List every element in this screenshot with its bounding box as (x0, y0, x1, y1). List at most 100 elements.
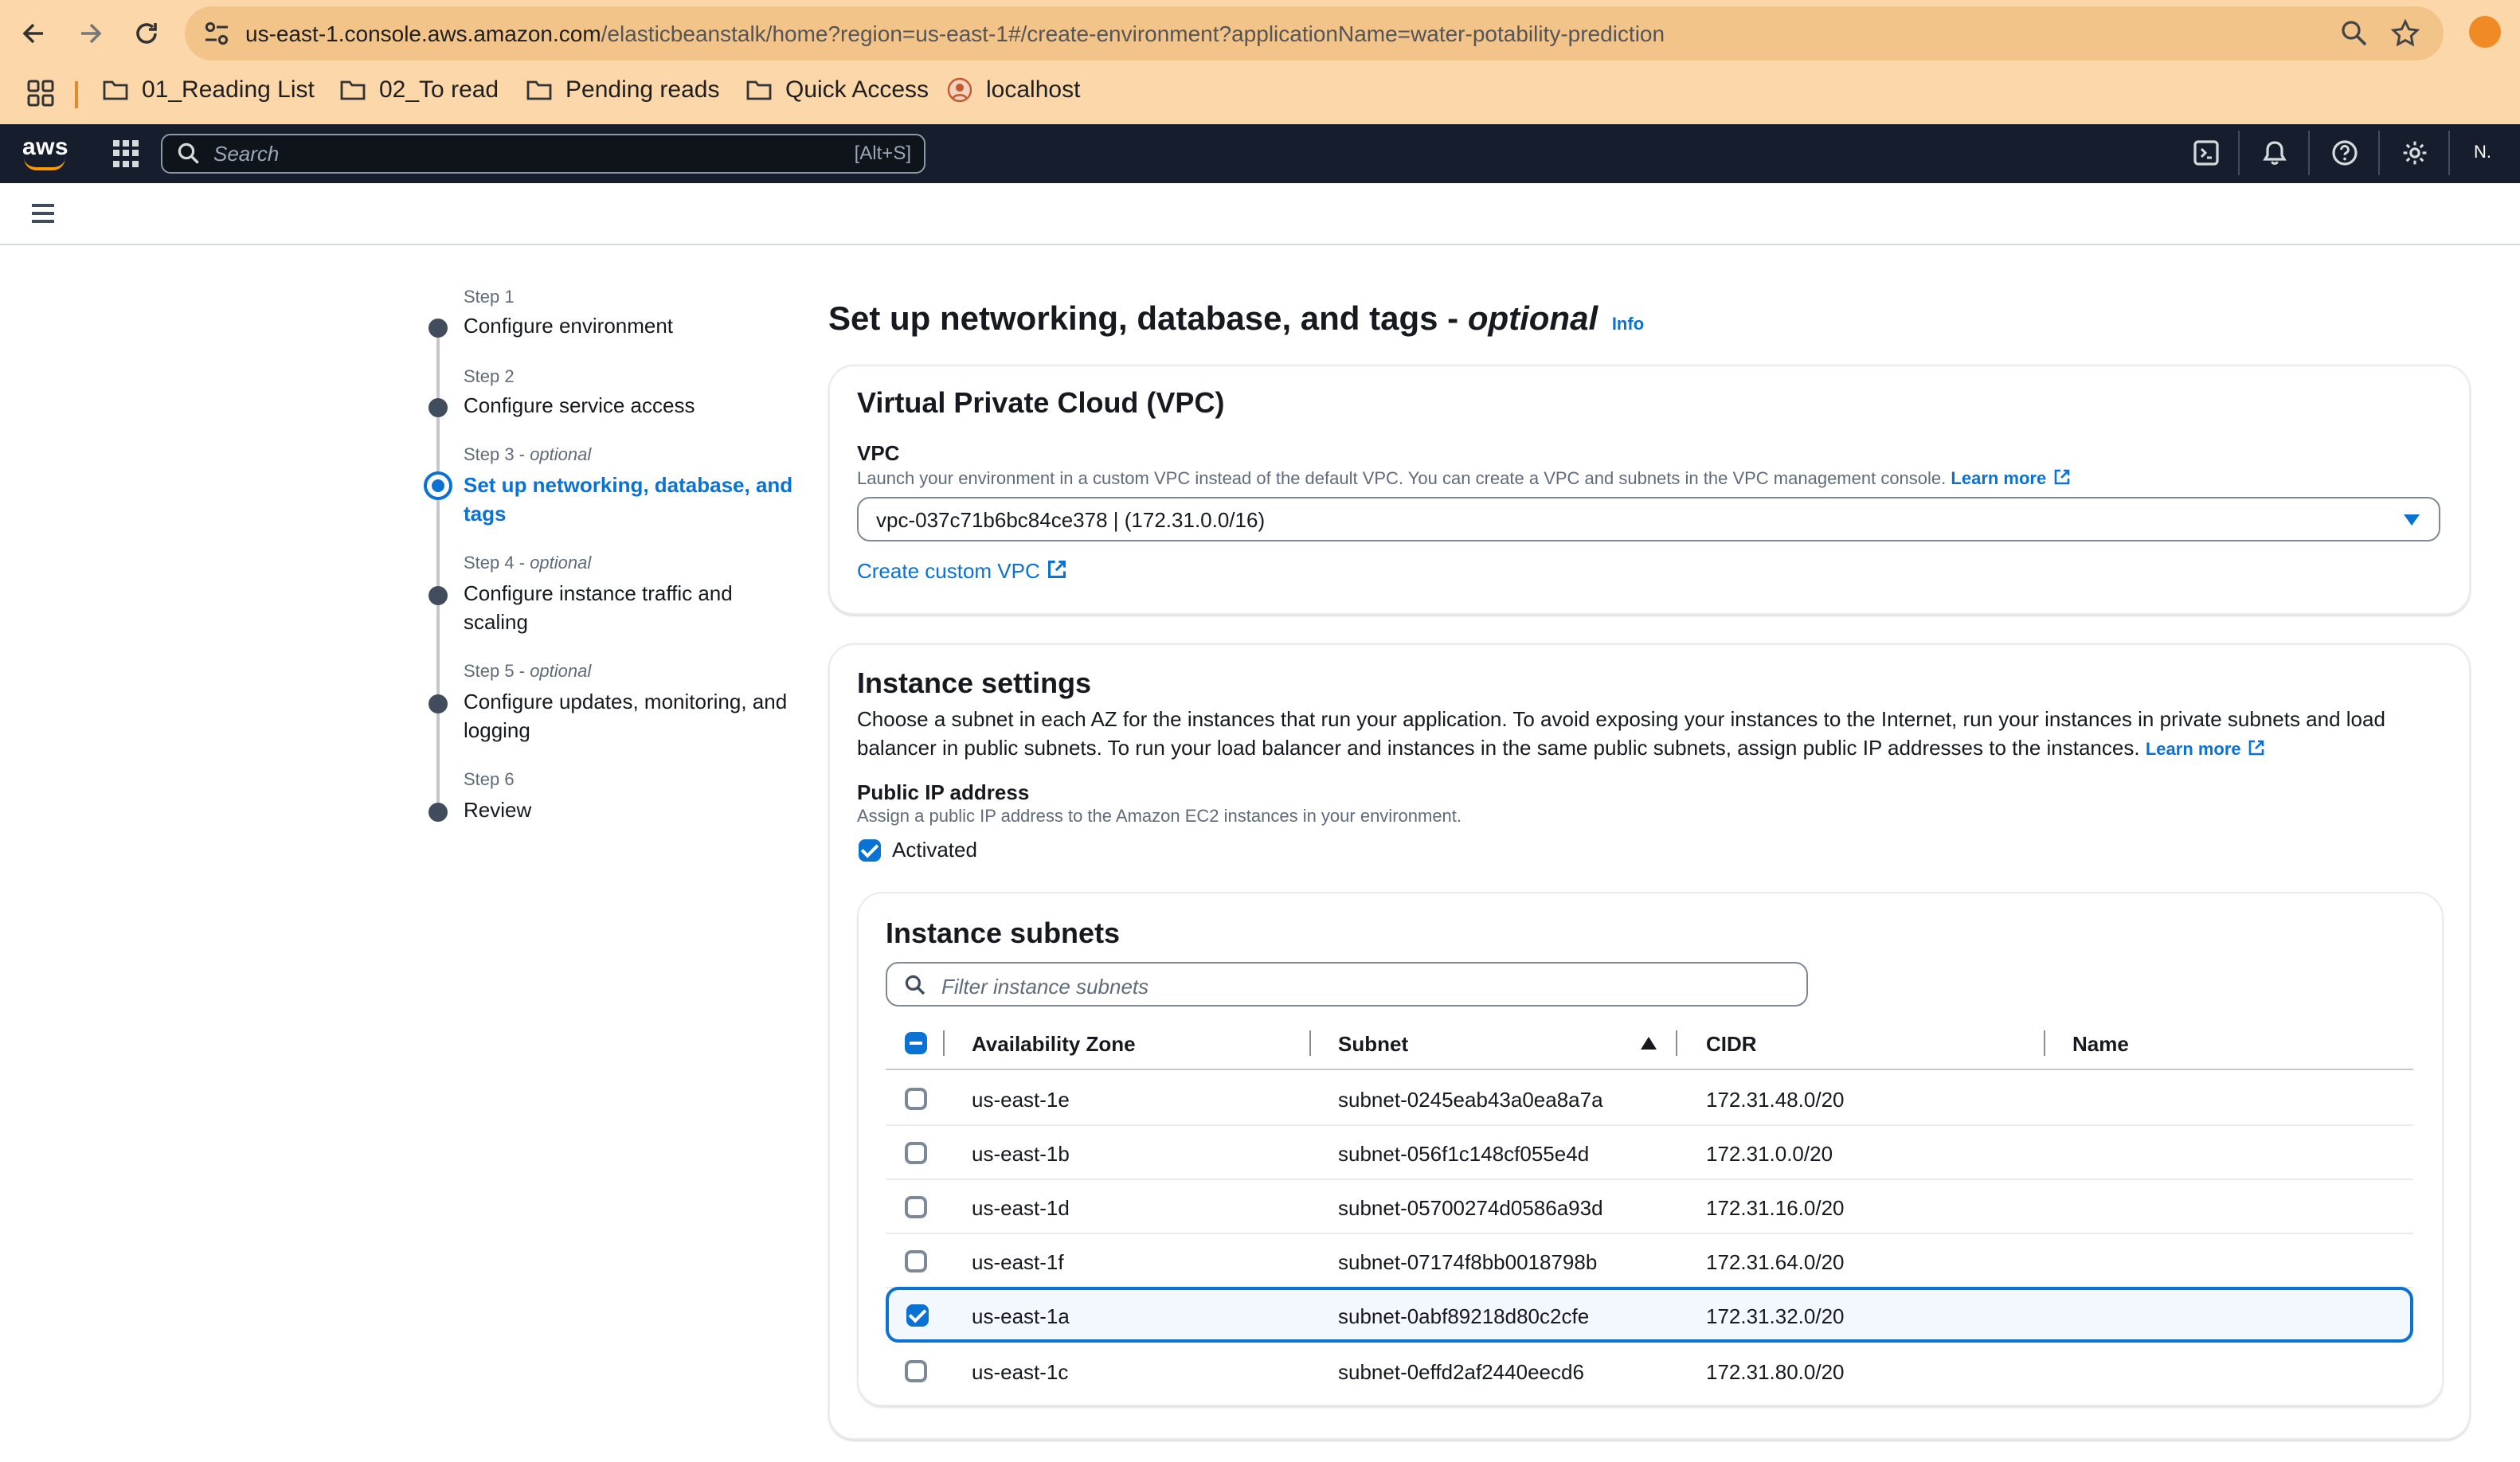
row-checkbox[interactable] (905, 1142, 927, 1164)
apps-grid-icon[interactable] (27, 80, 54, 107)
cell-cidr: 172.31.64.0/20 (1706, 1250, 1845, 1274)
reload-icon[interactable] (127, 14, 166, 53)
hamburger-menu-icon[interactable] (32, 204, 54, 228)
bookmark-reading-list[interactable]: 01_Reading List (102, 76, 315, 104)
table-row[interactable]: us-east-1c subnet-0effd2af2440eecd6 172.… (886, 1344, 2413, 1398)
bookmark-star-icon[interactable] (2389, 18, 2421, 49)
row-checkbox[interactable] (905, 1360, 927, 1382)
create-custom-vpc-link[interactable]: Create custom VPC (857, 559, 1067, 583)
step-5-number: Step 5 - optional (464, 663, 592, 682)
vpc-heading: Virtual Private Cloud (VPC) (857, 387, 1225, 419)
column-divider (1309, 1030, 1311, 1056)
step-5-title: Configure updates, monitoring, and loggi… (464, 690, 788, 742)
column-divider (1676, 1030, 1677, 1056)
row-checkbox[interactable] (906, 1304, 929, 1327)
aws-logo[interactable]: aws (22, 134, 68, 161)
cell-subnet: subnet-056f1c148cf055e4d (1338, 1142, 1590, 1166)
header-divider (2238, 131, 2240, 175)
table-row[interactable]: us-east-1e subnet-0245eab43a0ea8a7a 172.… (886, 1072, 2413, 1126)
site-favicon (947, 77, 972, 103)
cell-availability-zone: us-east-1c (972, 1360, 1069, 1384)
instance-settings-description: Choose a subnet in each AZ for the insta… (857, 707, 2385, 760)
search-icon (905, 975, 925, 995)
search-icon (178, 143, 199, 164)
cell-cidr: 172.31.48.0/20 (1706, 1088, 1845, 1112)
vpc-description: Launch your environment in a custom VPC … (857, 468, 2070, 489)
header-divider (2308, 131, 2310, 175)
row-checkbox[interactable] (905, 1250, 927, 1272)
public-ip-checkbox[interactable] (859, 839, 881, 862)
services-menu-icon[interactable] (113, 140, 140, 167)
row-checkbox[interactable] (905, 1088, 927, 1110)
forward-icon[interactable] (72, 14, 110, 53)
column-divider (943, 1030, 945, 1056)
notifications-bell-icon[interactable] (2260, 139, 2289, 167)
step-3-number: Step 3 - optional (464, 446, 592, 465)
instance-settings-learn-more-link[interactable]: Learn more (2146, 740, 2265, 760)
cell-availability-zone: us-east-1f (972, 1250, 1064, 1274)
column-header-cidr[interactable]: CIDR (1706, 1032, 1757, 1056)
vpc-learn-more-link[interactable]: Learn more (1951, 469, 2070, 489)
url-text: us-east-1.console.aws.amazon.com/elastic… (245, 21, 1665, 46)
help-icon[interactable] (2330, 139, 2359, 167)
step-6-title: Review (464, 798, 532, 822)
instance-subnets-heading: Instance subnets (886, 917, 1121, 949)
bookmark-quick-access[interactable]: Quick Access (745, 76, 929, 104)
column-header-subnet[interactable]: Subnet (1338, 1032, 1408, 1056)
sort-ascending-icon[interactable] (1641, 1037, 1657, 1050)
step-2-title[interactable]: Configure service access (464, 392, 798, 420)
step-1-marker (428, 319, 448, 338)
column-header-availability-zone[interactable]: Availability Zone (972, 1032, 1136, 1056)
filter-subnets-input[interactable] (938, 970, 1789, 1002)
table-row[interactable]: us-east-1d subnet-05700274d0586a93d 172.… (886, 1180, 2413, 1234)
bookmark-localhost[interactable]: localhost (946, 76, 1080, 104)
back-icon[interactable] (14, 14, 53, 53)
step-6-marker (428, 803, 448, 822)
step-3-marker-active (424, 471, 452, 500)
folder-icon (526, 80, 552, 100)
select-all-checkbox[interactable] (905, 1032, 927, 1054)
row-checkbox[interactable] (905, 1196, 927, 1218)
info-link[interactable]: Info (1612, 315, 1644, 334)
external-link-icon (1047, 561, 1066, 578)
bookmark-to-read[interactable]: 02_To read (339, 76, 499, 104)
cell-subnet: subnet-05700274d0586a93d (1338, 1196, 1603, 1220)
account-menu[interactable]: N. (2474, 143, 2491, 162)
cell-availability-zone: us-east-1e (972, 1088, 1070, 1112)
folder-icon (103, 80, 128, 100)
public-ip-description: Assign a public IP address to the Amazon… (857, 807, 1462, 827)
step-1-title[interactable]: Configure environment (464, 312, 798, 341)
header-divider (2378, 131, 2380, 175)
public-ip-checkbox-label[interactable]: Activated (892, 838, 977, 862)
bookmark-pending-reads[interactable]: Pending reads (526, 76, 720, 104)
zoom-icon[interactable] (2338, 18, 2370, 49)
cell-cidr: 172.31.0.0/20 (1706, 1142, 1833, 1166)
cell-availability-zone: us-east-1a (972, 1304, 1070, 1328)
cell-availability-zone: us-east-1b (972, 1142, 1070, 1166)
step-2-marker (428, 398, 448, 417)
aws-search-input[interactable]: Search [Alt+S] (161, 134, 925, 174)
step-3-title: Set up networking, database, and tags (464, 473, 793, 526)
caret-down-icon (2404, 514, 2420, 526)
site-settings-icon[interactable] (201, 18, 233, 49)
bookmarks-bar: 01_Reading List 02_To read Pending reads… (0, 67, 2520, 121)
address-bar[interactable]: us-east-1.console.aws.amazon.com/elastic… (185, 6, 2444, 61)
app-toolbar (0, 183, 2520, 245)
table-header-rule (886, 1069, 2413, 1070)
external-link-icon (2248, 740, 2264, 756)
profile-avatar[interactable] (2469, 16, 2501, 48)
step-2-number: Step 2 (464, 368, 515, 387)
column-divider (2044, 1030, 2045, 1056)
cell-availability-zone: us-east-1d (972, 1196, 1070, 1220)
table-row[interactable]: us-east-1f subnet-07174f8bb0018798b 172.… (886, 1234, 2413, 1288)
public-ip-label: Public IP address (857, 780, 1030, 804)
vpc-label: VPC (857, 441, 900, 465)
settings-gear-icon[interactable] (2401, 139, 2429, 167)
cloudshell-icon[interactable] (2192, 139, 2221, 167)
step-1-number: Step 1 (464, 288, 515, 307)
table-row[interactable]: us-east-1b subnet-056f1c148cf055e4d 172.… (886, 1126, 2413, 1180)
filter-subnets-field[interactable] (886, 962, 1808, 1007)
table-row-selected[interactable]: us-east-1a subnet-0abf89218d80c2cfe 172.… (886, 1287, 2413, 1343)
vpc-select[interactable]: vpc-037c71b6bc84ce378 | (172.31.0.0/16) (857, 497, 2440, 541)
column-header-name[interactable]: Name (2072, 1032, 2129, 1056)
